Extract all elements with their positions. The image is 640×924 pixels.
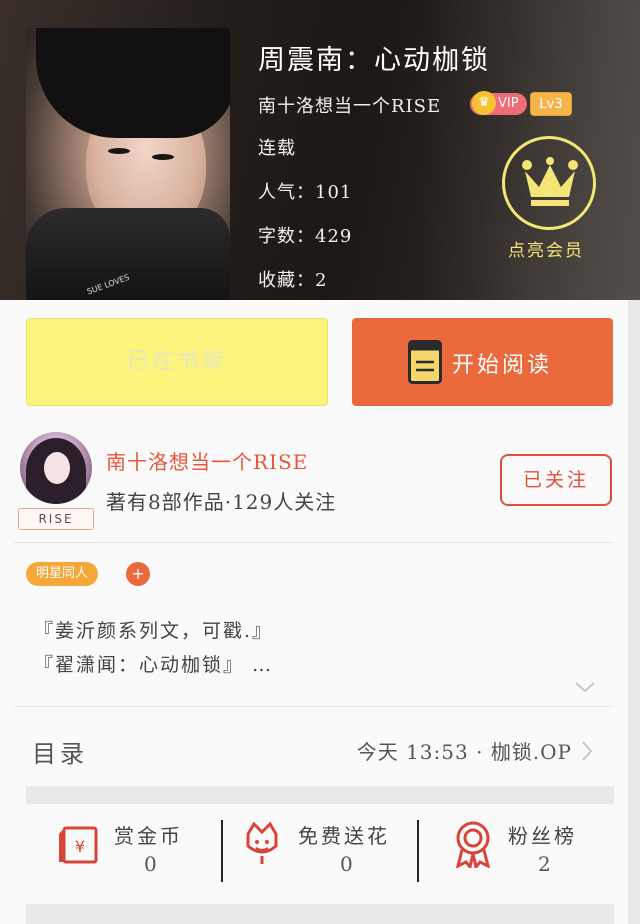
- avatar-face: [44, 452, 70, 484]
- vip-badge: ♛ VIP: [470, 91, 527, 115]
- popularity-stat: 人气：101: [258, 182, 353, 203]
- level-badge: Lv3: [530, 92, 572, 116]
- book-title: 周震南：心动枷锁: [258, 45, 490, 76]
- svg-text:¥: ¥: [75, 837, 85, 856]
- author-card[interactable]: RISE 南十洛想当一个RISE 著有8部作品·129人关注 已关注: [0, 428, 628, 538]
- author-name-tag: RISE: [18, 508, 94, 530]
- cover-eye-left: [108, 148, 130, 154]
- book-icon: [408, 340, 442, 384]
- favorites-stat: 收藏：2: [258, 270, 328, 291]
- start-reading-button[interactable]: 开始阅读: [352, 318, 613, 406]
- genre-tag[interactable]: 明星同人: [26, 562, 99, 586]
- member-button[interactable]: [502, 136, 596, 230]
- author-summary: 著有8部作品·129人关注: [106, 490, 337, 514]
- section-band: [26, 904, 614, 924]
- intro-line-2: 『翟潇闻：心动枷锁』 …: [34, 654, 274, 676]
- reward-coins-button[interactable]: ¥ 赏金币 0: [26, 810, 222, 898]
- table-of-contents-row[interactable]: 目录 今天 13:53 · 枷锁.OP: [0, 718, 628, 784]
- free-flower-button[interactable]: 免费送花 0: [222, 810, 418, 898]
- fan-ranking-value: 2: [538, 852, 551, 876]
- divider: [14, 542, 614, 543]
- book-detail-content: 已在书架 开始阅读 RISE 南十洛想当一个RISE 著有8部作品·129人关注…: [0, 300, 628, 924]
- chevron-right-icon: [582, 741, 593, 761]
- cover-arm: [26, 208, 230, 300]
- book-cover[interactable]: SUE LOVES: [26, 28, 230, 300]
- fan-ranking-button[interactable]: 粉丝榜 2: [418, 810, 614, 898]
- reward-coins-value: 0: [144, 852, 157, 876]
- divider: [14, 706, 614, 707]
- expand-chevron-down-icon[interactable]: [574, 680, 596, 694]
- flower-icon: [246, 821, 278, 864]
- crown-icon: [522, 157, 578, 206]
- book-header: SUE LOVES 周震南：心动枷锁 南十洛想当一个RISE ♛ VIP Lv3…: [0, 0, 640, 300]
- section-band: [26, 786, 614, 804]
- header-author[interactable]: 南十洛想当一个RISE: [258, 92, 441, 118]
- cover-hair: [36, 28, 230, 138]
- scrollbar[interactable]: [628, 300, 640, 924]
- cover-eye-right: [152, 154, 174, 160]
- serial-status: 连载: [258, 138, 296, 159]
- free-flower-label: 免费送花: [298, 824, 390, 848]
- intro-line-1: 『姜沂颜系列文，可戳.』: [34, 620, 274, 642]
- red-envelope-icon: ¥: [59, 826, 98, 864]
- member-label[interactable]: 点亮会员: [508, 236, 584, 261]
- medal-icon: [455, 821, 491, 868]
- latest-chapter: 今天 13:53 · 枷锁.OP: [356, 740, 572, 764]
- in-shelf-button[interactable]: 已在书架: [26, 318, 328, 406]
- toc-label: 目录: [32, 740, 88, 768]
- add-tag-button[interactable]: +: [126, 562, 150, 586]
- reward-coins-label: 赏金币: [114, 824, 183, 848]
- author-name[interactable]: 南十洛想当一个RISE: [106, 446, 308, 475]
- author-avatar[interactable]: [20, 432, 92, 504]
- vip-label: VIP: [498, 96, 519, 111]
- fan-ranking-label: 粉丝榜: [508, 824, 577, 848]
- word-count-stat: 字数：429: [258, 226, 353, 247]
- start-reading-label: 开始阅读: [452, 353, 553, 378]
- follow-button[interactable]: 已关注: [500, 454, 612, 506]
- free-flower-value: 0: [340, 852, 353, 876]
- vip-crown-icon: ♛: [472, 91, 496, 115]
- stats-row: ¥ 赏金币 0 免费送花 0 粉丝榜 2: [26, 810, 614, 898]
